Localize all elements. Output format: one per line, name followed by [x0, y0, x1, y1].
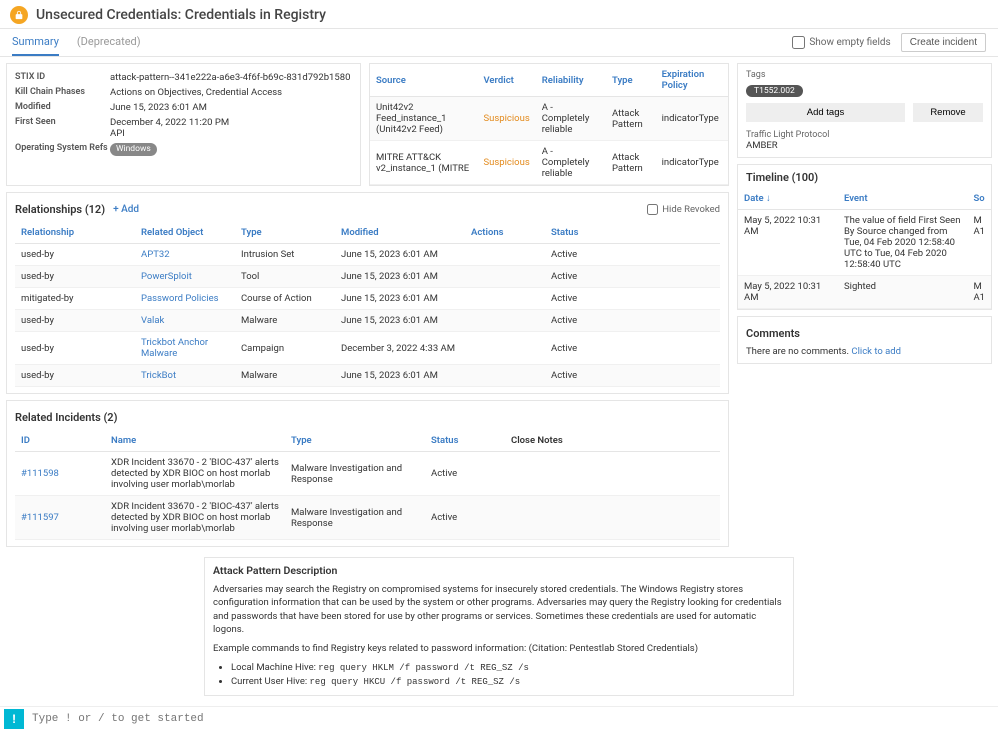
comments-panel: Comments There are no comments. Click to… — [737, 316, 992, 364]
add-comment-link[interactable]: Click to add — [851, 346, 901, 357]
related-object-link[interactable]: Trickbot Anchor Malware — [141, 337, 208, 359]
tag-pill[interactable]: T1552.002 — [746, 85, 803, 97]
add-tags-button[interactable]: Add tags — [746, 103, 905, 122]
remove-tags-button[interactable]: Remove — [913, 103, 983, 122]
timeline-panel: Timeline (100) Date ↓ Event So May 5, 20… — [737, 164, 992, 310]
relationship-row[interactable]: used-byTrickbot Anchor MalwareCampaignDe… — [15, 332, 720, 365]
os-badge: Windows — [110, 143, 157, 156]
relationship-row[interactable]: used-byPowerSploitToolJune 15, 2023 6:01… — [15, 266, 720, 288]
related-incidents-panel: Related Incidents (2) ID Name Type Statu… — [6, 400, 729, 547]
timeline-row[interactable]: May 5, 2022 10:31 AMSightedM A1 — [738, 276, 991, 309]
lock-icon — [10, 6, 28, 24]
relationship-row[interactable]: used-byAPT32Intrusion SetJune 15, 2023 6… — [15, 244, 720, 266]
create-incident-button[interactable]: Create incident — [901, 33, 986, 52]
relationship-row[interactable]: used-byTrickBotMalwareJune 15, 2023 6:01… — [15, 365, 720, 387]
col-reliability[interactable]: Reliability — [536, 64, 606, 97]
col-verdict[interactable]: Verdict — [477, 64, 535, 97]
incident-id-link[interactable]: #111597 — [21, 512, 59, 523]
command-icon[interactable]: ! — [4, 709, 24, 729]
incident-row[interactable]: #111598XDR Incident 33670 - 2 'BIOC-437'… — [15, 452, 720, 496]
source-table-panel: Source Verdict Reliability Type Expirati… — [369, 63, 729, 186]
hide-revoked-toggle[interactable]: Hide Revoked — [647, 204, 720, 215]
tab-summary[interactable]: Summary — [12, 29, 59, 56]
related-object-link[interactable]: Password Policies — [141, 293, 219, 304]
show-empty-fields-toggle[interactable]: Show empty fields — [792, 36, 890, 49]
related-object-link[interactable]: PowerSploit — [141, 271, 192, 282]
incident-id-link[interactable]: #111598 — [21, 468, 59, 479]
timeline-row[interactable]: May 5, 2022 10:31 AMThe value of field F… — [738, 210, 991, 276]
source-row[interactable]: Unit42v2 Feed_instance_1 (Unit42v2 Feed)… — [370, 97, 728, 141]
related-object-link[interactable]: TrickBot — [141, 370, 176, 381]
col-expiration[interactable]: Expiration Policy — [656, 64, 728, 97]
col-type[interactable]: Type — [606, 64, 656, 97]
add-relationship-link[interactable]: + Add — [113, 204, 139, 215]
relationship-row[interactable]: mitigated-byPassword PoliciesCourse of A… — [15, 288, 720, 310]
related-object-link[interactable]: Valak — [141, 315, 164, 326]
relationships-panel: Relationships (12) + Add Hide Revoked Re… — [6, 192, 729, 394]
source-row[interactable]: MITRE ATT&CK v2_instance_1 (MITRESuspici… — [370, 141, 728, 185]
related-object-link[interactable]: APT32 — [141, 249, 170, 260]
tab-deprecated[interactable]: (Deprecated) — [77, 29, 141, 56]
description-panel: Attack Pattern Description Adversaries m… — [204, 557, 794, 696]
relationship-row[interactable]: used-byValakMalwareJune 15, 2023 6:01 AM… — [15, 310, 720, 332]
col-source[interactable]: Source — [370, 64, 477, 97]
page-title: Unsecured Credentials: Credentials in Re… — [36, 7, 326, 23]
tags-panel: Tags T1552.002 Add tags Remove Traffic L… — [737, 63, 992, 158]
command-input[interactable] — [32, 713, 998, 725]
incident-row[interactable]: #111597XDR Incident 33670 - 2 'BIOC-437'… — [15, 496, 720, 540]
details-panel: STIX IDattack-pattern--341e222a-a6e3-4f6… — [6, 63, 361, 186]
